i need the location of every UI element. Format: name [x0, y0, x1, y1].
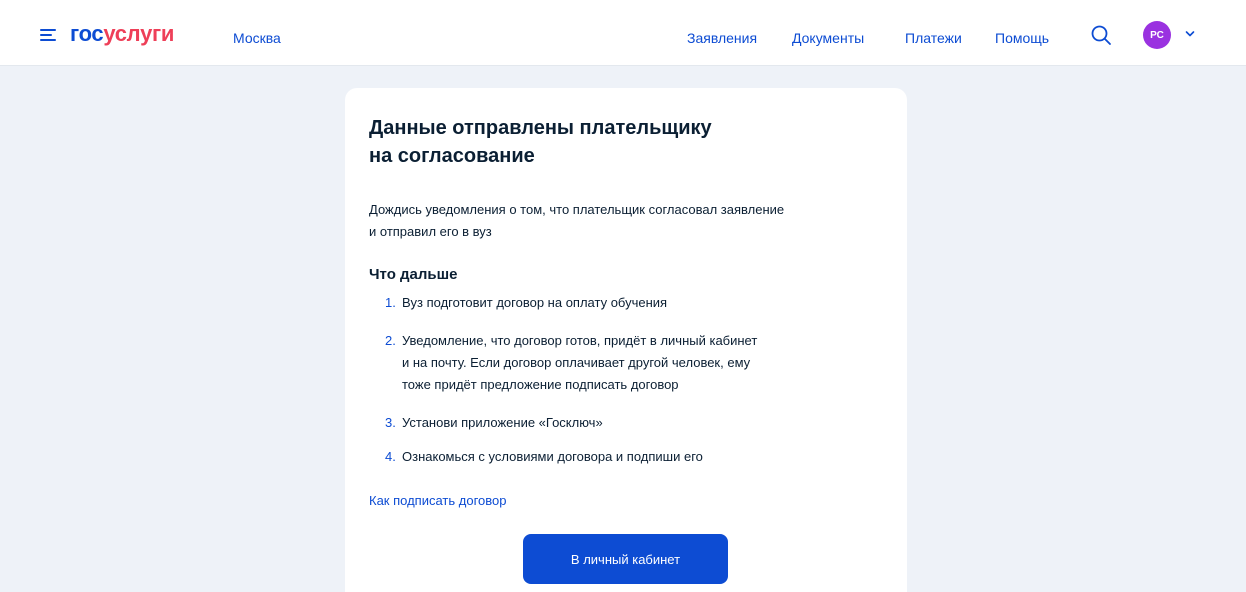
- menu-icon[interactable]: [40, 29, 56, 42]
- avatar[interactable]: РС: [1143, 21, 1171, 49]
- step-text-line: Ознакомься с условиями договора и подпиш…: [402, 449, 703, 464]
- step-text: Установи приложение «Госключ»: [402, 412, 842, 434]
- page-title-line-2: на согласование: [369, 145, 535, 167]
- step-number: 4.: [385, 449, 396, 464]
- status-description-line-1: Дождись уведомления о том, что плательщи…: [369, 202, 785, 217]
- nav-applications[interactable]: Заявления: [687, 29, 757, 47]
- step-number: 2.: [385, 333, 396, 348]
- step-number: 3.: [385, 415, 396, 430]
- search-icon[interactable]: [1090, 24, 1112, 46]
- step-text: Вуз подготовит договор на оплату обучени…: [402, 292, 842, 314]
- step-text-line: тоже придёт предложение подписать догово…: [402, 377, 679, 392]
- step-number: 1.: [385, 295, 396, 310]
- step-item-3: 3. Установи приложение «Госключ»: [385, 412, 842, 434]
- status-description: Дождись уведомления о том, что плательщи…: [369, 199, 869, 243]
- top-header: госуслуги Москва Заявления Документы Пла…: [0, 0, 1246, 66]
- step-text: Ознакомься с условиями договора и подпиш…: [402, 446, 842, 468]
- step-text-line: Установи приложение «Госключ»: [402, 415, 603, 430]
- page-title-line-1: Данные отправлены плательщику: [369, 117, 712, 139]
- chevron-down-icon[interactable]: [1185, 30, 1195, 38]
- nav-payments[interactable]: Платежи: [905, 29, 962, 47]
- status-description-line-2: и отправил его в вуз: [369, 224, 492, 239]
- page-title: Данные отправлены плательщику на согласо…: [369, 114, 869, 170]
- step-item-2: 2. Уведомление, что договор готов, придёт…: [385, 330, 842, 396]
- city-selector[interactable]: Москва: [233, 29, 281, 47]
- nav-help[interactable]: Помощь: [995, 29, 1049, 47]
- how-to-sign-link[interactable]: Как подписать договор: [369, 490, 506, 512]
- logo-part-1: гос: [70, 21, 104, 46]
- next-steps-heading: Что дальше: [369, 266, 458, 283]
- step-text-line: Уведомление, что договор готов, придёт в…: [402, 333, 758, 348]
- step-text-line: и на почту. Если договор оплачивает друг…: [402, 355, 751, 370]
- nav-documents[interactable]: Документы: [792, 29, 864, 47]
- step-item-1: 1. Вуз подготовит договор на оплату обуче…: [385, 292, 842, 314]
- gosuslugi-logo[interactable]: госуслуги: [70, 20, 174, 48]
- personal-account-button[interactable]: В личный кабинет: [523, 534, 728, 584]
- step-item-4: 4. Ознакомься с условиями договора и подп…: [385, 446, 842, 468]
- step-text-line: Вуз подготовит договор на оплату обучени…: [402, 295, 668, 310]
- step-text: Уведомление, что договор готов, придёт в…: [402, 330, 842, 396]
- logo-part-2: услуги: [103, 21, 175, 46]
